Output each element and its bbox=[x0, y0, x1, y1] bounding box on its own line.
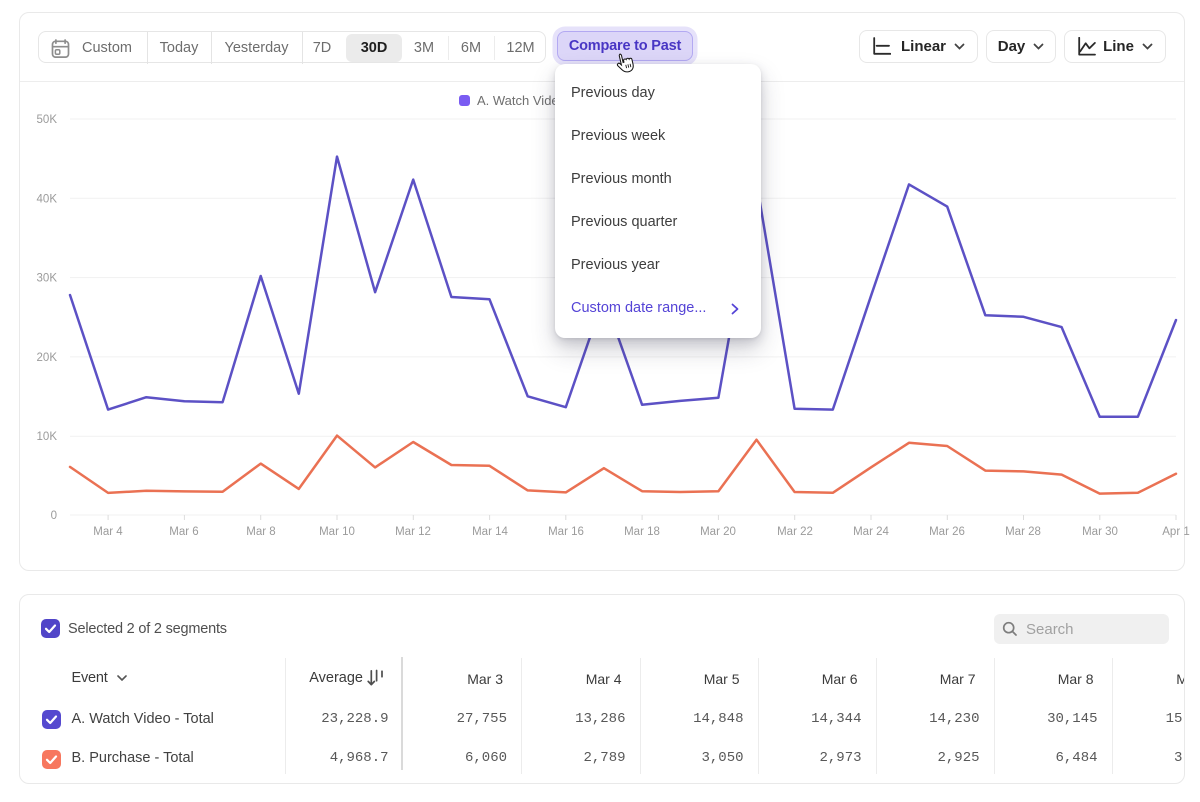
svg-text:30K: 30K bbox=[37, 273, 58, 285]
svg-text:Mar 28: Mar 28 bbox=[1005, 526, 1041, 538]
svg-text:Mar 22: Mar 22 bbox=[777, 526, 813, 538]
svg-text:Mar 30: Mar 30 bbox=[1082, 526, 1118, 538]
svg-text:20K: 20K bbox=[37, 352, 58, 364]
svg-text:Mar 14: Mar 14 bbox=[472, 526, 508, 538]
svg-text:Mar 18: Mar 18 bbox=[624, 526, 660, 538]
svg-text:50K: 50K bbox=[37, 114, 58, 126]
svg-text:Mar 24: Mar 24 bbox=[853, 526, 889, 538]
svg-text:Mar 20: Mar 20 bbox=[700, 526, 736, 538]
svg-text:Mar 26: Mar 26 bbox=[929, 526, 965, 538]
svg-text:Mar 10: Mar 10 bbox=[319, 526, 355, 538]
svg-text:10K: 10K bbox=[37, 431, 58, 443]
svg-text:Mar 12: Mar 12 bbox=[395, 526, 431, 538]
svg-text:Mar 16: Mar 16 bbox=[548, 526, 584, 538]
svg-text:0: 0 bbox=[51, 510, 57, 522]
svg-text:Apr 1: Apr 1 bbox=[1162, 526, 1190, 538]
svg-text:Mar 4: Mar 4 bbox=[93, 526, 123, 538]
svg-text:40K: 40K bbox=[37, 193, 58, 205]
svg-text:Mar 8: Mar 8 bbox=[246, 526, 275, 538]
svg-text:Mar 6: Mar 6 bbox=[169, 526, 198, 538]
